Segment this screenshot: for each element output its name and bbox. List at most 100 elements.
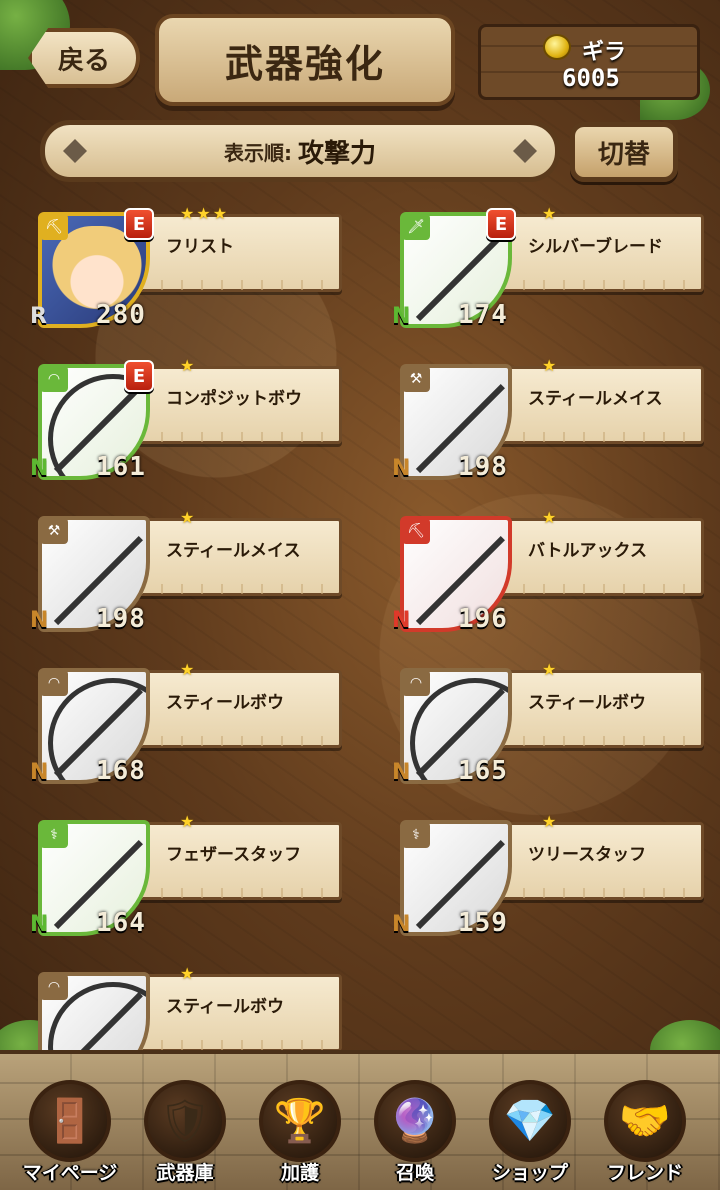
star-rating: ★ <box>542 356 556 375</box>
header: 戻る 武器強化 ギラ 6005 表示順: 攻撃力 切替 <box>0 0 720 200</box>
attack-power: 280 <box>96 300 146 330</box>
weapon-card[interactable]: ★ スティールメイス ⚒ N 198 <box>0 504 342 634</box>
weapon-name: スティールボウ <box>528 693 646 713</box>
rarity-label: N <box>392 304 411 329</box>
star-icon: ★ <box>180 204 195 223</box>
weapon-name: ツリースタッフ <box>528 845 647 865</box>
star-icon: ★ <box>542 660 557 679</box>
star-icon: ★ <box>542 356 557 375</box>
rarity-label: N <box>392 456 411 481</box>
handshake-icon: 🤝 <box>604 1080 686 1162</box>
attack-power: 168 <box>96 756 146 786</box>
nav-item[interactable]: 🤝 フレンド <box>595 1080 695 1190</box>
weapon-type-icon: ⚕ <box>40 822 68 848</box>
nav-label: ショップ <box>491 1162 568 1184</box>
rarity-label: N <box>392 912 411 937</box>
weapon-card[interactable]: ★ フェザースタッフ ⚕ N 164 <box>0 808 342 938</box>
sort-value: 攻撃力 <box>297 138 376 169</box>
weapon-card[interactable]: ★ シルバーブレード 🗡 E N 174 <box>362 200 704 330</box>
nav-item[interactable]: 🏆 加護 <box>250 1080 350 1190</box>
weapon-card[interactable]: ★ スティールボウ ◠ N 168 <box>0 656 342 786</box>
nav-item[interactable]: 🛡 武器庫 <box>135 1080 235 1190</box>
star-rating: ★ ★ ★ <box>180 204 227 223</box>
nav-label: フレンド <box>606 1162 683 1184</box>
attack-power: 161 <box>96 452 146 482</box>
door-icon: 🚪 <box>29 1080 111 1162</box>
weapon-type-icon: ◠ <box>40 670 68 696</box>
weapon-name: スティールボウ <box>166 693 284 713</box>
weapon-type-icon: ◠ <box>402 670 430 696</box>
rarity-label: N <box>30 760 49 785</box>
sort-label: 表示順: <box>223 140 292 165</box>
star-icon: ★ <box>180 660 195 679</box>
sort-selector[interactable]: 表示順: 攻撃力 <box>40 120 560 182</box>
currency-value: 6005 <box>562 64 620 92</box>
star-rating: ★ <box>180 356 194 375</box>
shield-sword-icon: 🛡 <box>144 1080 226 1162</box>
crystal-icon: 💎 <box>489 1080 571 1162</box>
weapon-card[interactable]: ★ スティールボウ ◠ N 165 <box>362 656 704 786</box>
attack-power: 164 <box>96 908 146 938</box>
nav-label: 武器庫 <box>156 1162 214 1184</box>
nav-label: 召喚 <box>395 1162 434 1184</box>
attack-power: 198 <box>458 452 508 482</box>
nav-item[interactable]: 💎 ショップ <box>480 1080 580 1190</box>
weapon-name: スティールメイス <box>528 389 663 409</box>
currency-label: ギラ <box>582 40 627 65</box>
nav-label: マイページ <box>22 1162 118 1184</box>
star-rating: ★ <box>542 508 556 527</box>
star-icon: ★ <box>542 204 557 223</box>
weapon-type-icon: ⛏ <box>402 518 430 544</box>
nav-label: 加護 <box>280 1162 319 1184</box>
star-rating: ★ <box>180 660 194 679</box>
attack-power: 165 <box>458 756 508 786</box>
attack-power: 174 <box>458 300 508 330</box>
equipped-badge: E <box>124 208 154 240</box>
back-button[interactable]: 戻る <box>28 28 140 88</box>
rarity-label: R <box>30 304 47 329</box>
star-icon: ★ <box>196 204 211 223</box>
star-rating: ★ <box>542 660 556 679</box>
attack-power: 198 <box>96 604 146 634</box>
weapon-type-icon: ⛏ <box>40 214 68 240</box>
star-icon: ★ <box>180 356 195 375</box>
star-icon: ★ <box>212 204 228 223</box>
coin-icon <box>543 34 571 60</box>
weapon-grid: ★ ★ ★ フリスト ⛏ E R 280 ★ シルバーブレード 🗡 E N 174 ★ コンポジットボウ ◠ E N… <box>0 200 720 1089</box>
arrow-right-icon[interactable] <box>513 139 537 163</box>
weapon-card[interactable]: ★ バトルアックス ⛏ N 196 <box>362 504 704 634</box>
weapon-type-icon: ⚒ <box>402 366 430 392</box>
page-title: 武器強化 <box>224 41 385 86</box>
weapon-type-icon: ◠ <box>40 366 68 392</box>
switch-button[interactable]: 切替 <box>570 122 678 182</box>
weapon-card[interactable]: ★ スティールメイス ⚒ N 198 <box>362 352 704 482</box>
star-icon: ★ <box>180 964 195 983</box>
star-icon: ★ <box>542 508 557 527</box>
star-rating: ★ <box>542 204 556 223</box>
nav-item[interactable]: 🔮 召喚 <box>365 1080 465 1190</box>
bottom-nav: 🚪 マイページ 🛡 武器庫 🏆 加護 🔮 召喚 💎 ショップ 🤝 フレンド <box>0 1050 720 1190</box>
weapon-name: フリスト <box>166 237 234 257</box>
rarity-label: N <box>392 760 411 785</box>
weapon-card[interactable]: ★ ★ ★ フリスト ⛏ E R 280 <box>0 200 342 330</box>
weapon-name: フェザースタッフ <box>166 845 302 865</box>
star-rating: ★ <box>180 964 194 983</box>
arrow-left-icon[interactable] <box>63 139 87 163</box>
chalice-icon: 🏆 <box>259 1080 341 1162</box>
weapon-name: コンポジットボウ <box>166 389 302 409</box>
star-rating: ★ <box>180 812 194 831</box>
star-icon: ★ <box>180 812 195 831</box>
nav-item[interactable]: 🚪 マイページ <box>20 1080 120 1190</box>
weapon-type-icon: ⚒ <box>40 518 68 544</box>
equipped-badge: E <box>124 360 154 392</box>
page-title-scroll: 武器強化 <box>155 14 455 106</box>
weapon-card[interactable]: ★ コンポジットボウ ◠ E N 161 <box>0 352 342 482</box>
weapon-name: スティールメイス <box>166 541 301 561</box>
weapon-card[interactable]: ★ ツリースタッフ ⚕ N 159 <box>362 808 704 938</box>
star-rating: ★ <box>180 508 194 527</box>
weapon-type-icon: 🗡 <box>402 214 430 240</box>
weapon-name: バトルアックス <box>528 541 647 561</box>
attack-power: 196 <box>458 604 508 634</box>
star-icon: ★ <box>542 812 557 831</box>
weapon-type-icon: ◠ <box>40 974 68 1000</box>
